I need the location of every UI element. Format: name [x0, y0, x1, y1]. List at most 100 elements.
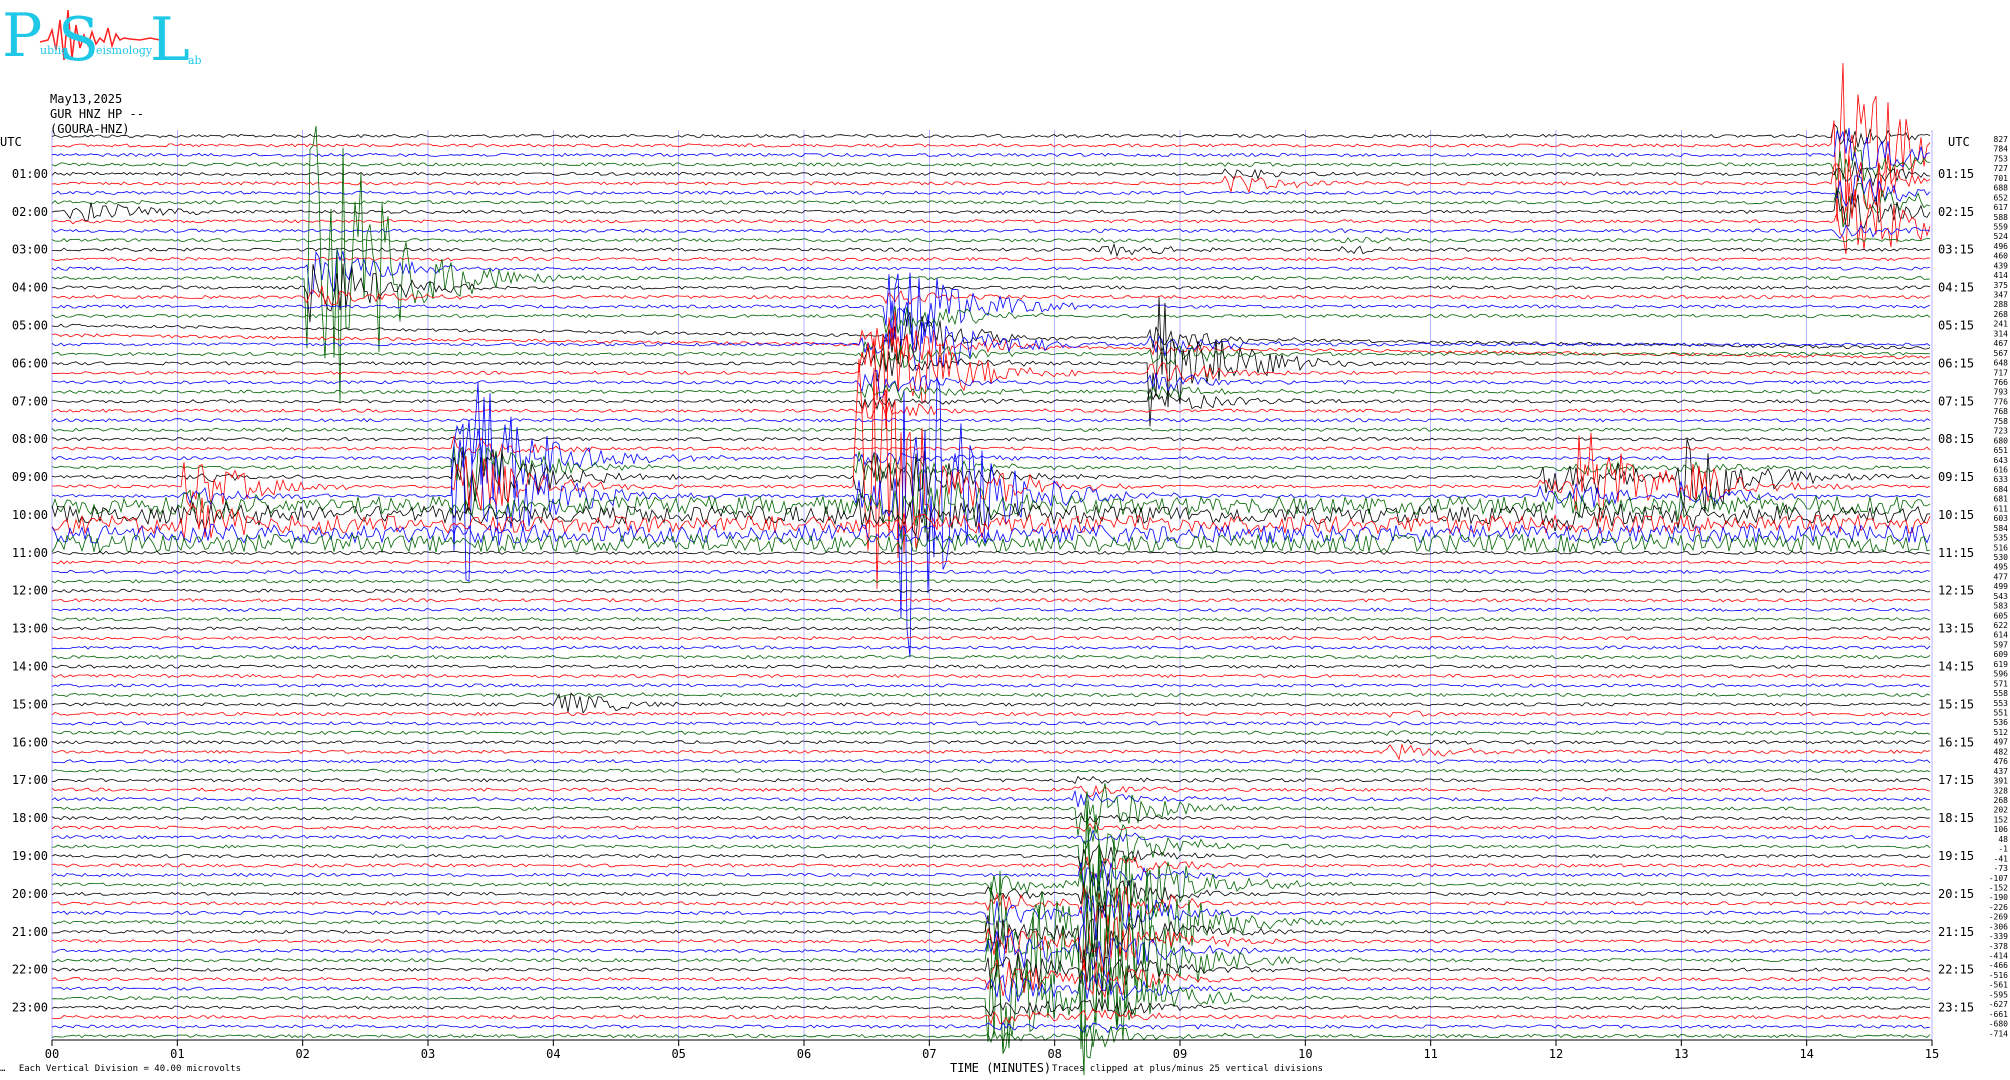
dc-offset-label-77: -152 [1989, 883, 2008, 892]
trace-line-64 [51, 739, 1931, 745]
dc-offset-label-32: 651 [1994, 446, 2009, 455]
dc-offset-label-6: 652 [1994, 193, 2009, 202]
trace-line-13 [51, 256, 1931, 262]
dc-offset-label-13: 439 [1994, 261, 2009, 270]
dc-offset-label-16: 347 [1994, 291, 2009, 300]
dc-offset-label-38: 611 [1994, 504, 2009, 513]
dc-offset-label-69: 202 [1994, 806, 2009, 815]
dc-offset-label-39: 603 [1994, 514, 2009, 523]
dc-offset-label-2: 753 [1994, 154, 2009, 163]
dc-offset-label-72: 48 [1998, 835, 2008, 844]
left-hour-label-13: 13:00 [12, 622, 48, 636]
trace-line-30 [51, 418, 1931, 423]
dc-offset-label-57: 558 [1994, 689, 2009, 698]
trace-line-73 [51, 821, 1931, 832]
dc-offset-label-54: 619 [1994, 660, 2009, 669]
dc-offset-label-36: 684 [1994, 485, 2009, 494]
dc-offset-label-9: 559 [1994, 222, 2009, 231]
dc-offset-label-8: 588 [1994, 213, 2009, 222]
trace-line-95 [51, 1025, 1931, 1048]
right-hour-label-4: 04:15 [1938, 281, 1974, 295]
trace-layer [51, 62, 1931, 1076]
left-hour-label-21: 21:00 [12, 925, 48, 939]
footer-left-mark: … [0, 1064, 6, 1074]
dc-offset-label-15: 375 [1994, 281, 2009, 290]
right-hour-label-11: 11:15 [1938, 546, 1974, 560]
left-hour-label-23: 23:00 [12, 1001, 48, 1015]
trace-line-55 [51, 654, 1931, 660]
x-tick-label-12: 12 [1549, 1047, 1563, 1061]
dc-offset-label-19: 241 [1994, 320, 2009, 329]
trace-line-0 [51, 123, 1931, 148]
left-hour-label-5: 05:00 [12, 318, 48, 332]
x-tick-label-13: 13 [1674, 1047, 1688, 1061]
dc-offset-label-26: 793 [1994, 388, 2009, 397]
left-hour-label-12: 12:00 [12, 584, 48, 598]
x-tick-label-14: 14 [1799, 1047, 1813, 1061]
dc-offset-label-4: 701 [1994, 174, 2009, 183]
dc-offset-label-60: 536 [1994, 718, 2009, 727]
trace-line-66 [51, 758, 1931, 764]
right-hour-label-15: 15:15 [1938, 697, 1974, 711]
dc-offset-label-35: 633 [1994, 475, 2009, 484]
trace-line-36 [51, 438, 1931, 515]
dc-offset-label-10: 524 [1994, 232, 2009, 241]
dc-offset-label-23: 648 [1994, 359, 2009, 368]
x-tick-label-02: 02 [295, 1047, 309, 1061]
footer-scale-text: Each Vertical Division = 40.00 microvolt… [18, 1064, 242, 1074]
dc-offset-label-65: 437 [1994, 767, 2009, 776]
x-tick-label-05: 05 [671, 1047, 685, 1061]
dc-offset-label-64: 476 [1994, 757, 2009, 766]
x-axis-title: TIME (MINUTES) [950, 1061, 1052, 1075]
trace-line-43 [51, 533, 1931, 554]
trace-line-61 [51, 710, 1931, 718]
trace-line-27 [51, 381, 1931, 403]
left-hour-label-8: 08:00 [12, 432, 48, 446]
dc-offset-label-47: 543 [1994, 592, 2009, 601]
trace-line-15 [51, 126, 1931, 404]
trace-line-47 [51, 579, 1931, 584]
trace-line-52 [51, 626, 1931, 631]
trace-line-58 [51, 683, 1931, 688]
right-hour-label-19: 19:15 [1938, 849, 1974, 863]
trace-line-1 [51, 62, 1931, 222]
trace-line-40 [51, 498, 1931, 541]
trace-line-62 [51, 721, 1931, 726]
dc-offset-label-42: 516 [1994, 543, 2009, 552]
right-hour-label-20: 20:15 [1938, 887, 1974, 901]
dc-offset-label-25: 766 [1994, 378, 2009, 387]
trace-line-49 [51, 598, 1931, 603]
dc-offset-label-46: 499 [1994, 582, 2009, 591]
dc-offset-label-61: 512 [1994, 728, 2009, 737]
right-hour-label-16: 16:15 [1938, 735, 1974, 749]
dc-offset-label-66: 391 [1994, 777, 2009, 786]
trace-line-42 [51, 523, 1931, 545]
dc-offset-label-44: 495 [1994, 563, 2009, 572]
dc-offset-label-22: 567 [1994, 349, 2009, 358]
dc-offset-label-67: 328 [1994, 786, 2009, 795]
dc-offset-label-59: 551 [1994, 709, 2009, 718]
dc-offset-label-71: 106 [1994, 825, 2009, 834]
right-hour-label-9: 09:15 [1938, 470, 1974, 484]
dc-offset-label-30: 723 [1994, 427, 2009, 436]
trace-line-14 [51, 248, 1931, 295]
left-hour-label-10: 10:00 [12, 508, 48, 522]
dc-offset-label-0: 827 [1994, 135, 2009, 144]
right-hour-label-10: 10:15 [1938, 508, 1974, 522]
dc-offset-label-20: 314 [1994, 329, 2009, 338]
x-tick-label-15: 15 [1925, 1047, 1939, 1061]
dc-offset-label-14: 414 [1994, 271, 2009, 280]
right-hour-label-17: 17:15 [1938, 773, 1974, 787]
dc-offset-label-53: 609 [1994, 650, 2009, 659]
dc-offset-label-48: 583 [1994, 602, 2009, 611]
right-hour-label-13: 13:15 [1938, 622, 1974, 636]
trace-line-29 [51, 400, 1931, 419]
dc-offset-label-27: 776 [1994, 397, 2009, 406]
dc-offset-label-41: 535 [1994, 534, 2009, 543]
x-tick-label-09: 09 [1173, 1047, 1187, 1061]
left-hour-label-9: 09:00 [12, 470, 48, 484]
dc-offset-label-31: 680 [1994, 436, 2009, 445]
x-tick-label-11: 11 [1423, 1047, 1437, 1061]
dc-offset-label-76: -107 [1989, 874, 2008, 883]
dc-offset-label-12: 460 [1994, 252, 2009, 261]
